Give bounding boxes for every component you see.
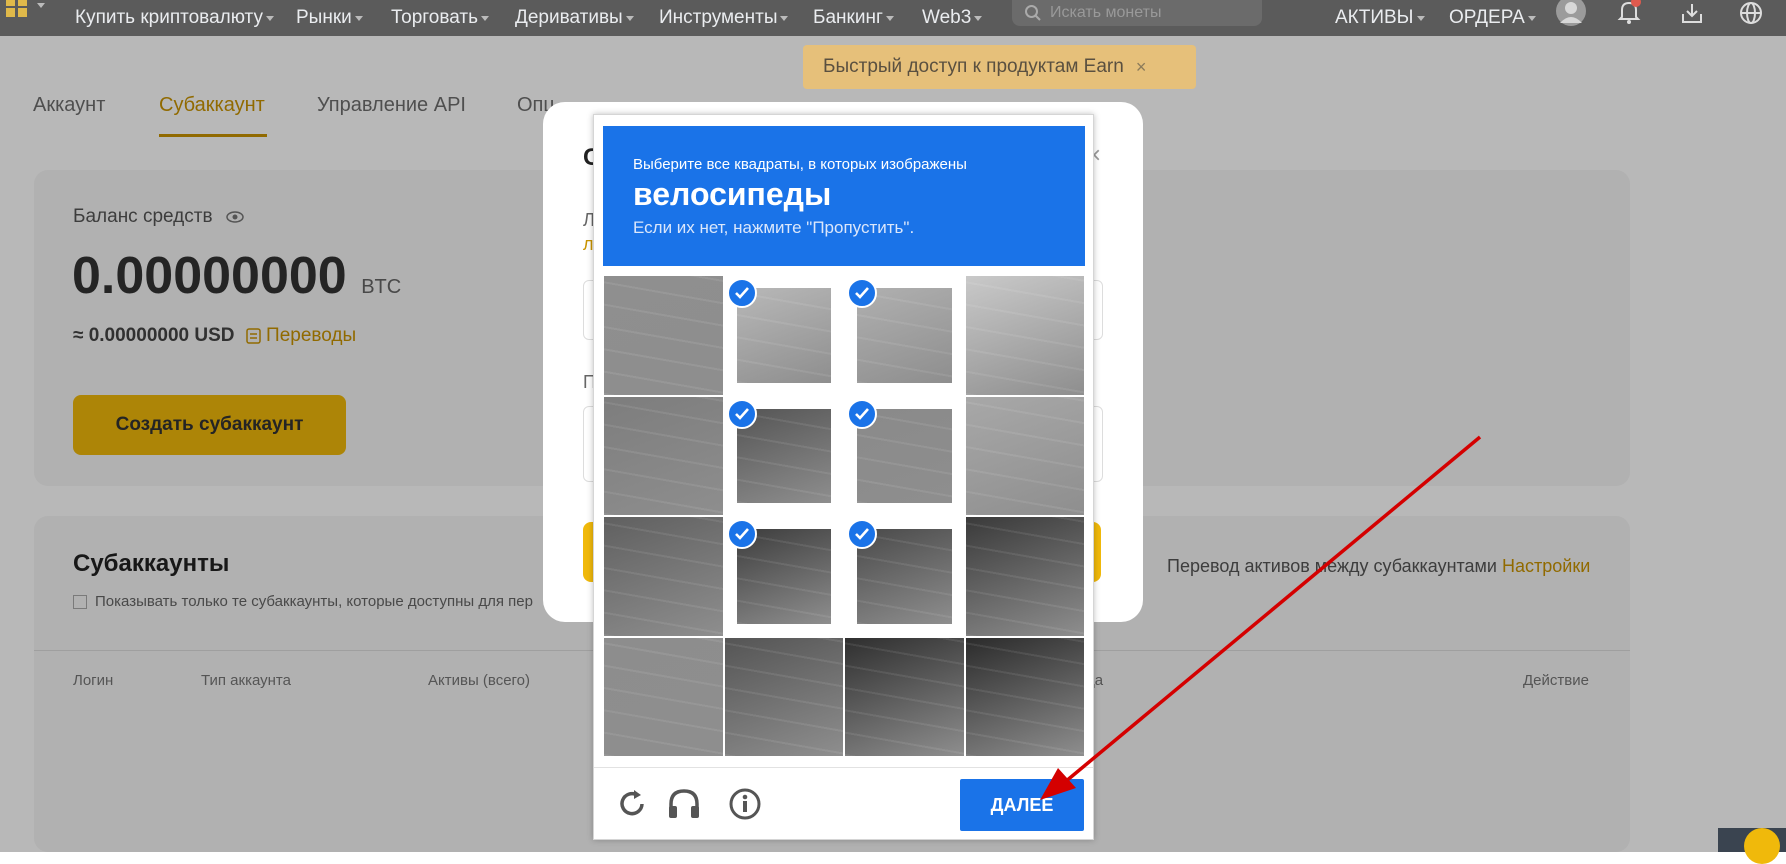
captcha-tile[interactable] (965, 517, 1084, 636)
captcha-tile[interactable] (724, 637, 843, 756)
captcha-hint: Если их нет, нажмите "Пропустить". (633, 218, 915, 237)
reload-icon[interactable] (615, 787, 649, 821)
chat-icon (1744, 828, 1780, 864)
captcha-next-button[interactable]: ДАЛЕЕ (960, 779, 1084, 831)
nav-item-web3[interactable]: Web3 (922, 0, 983, 36)
nav-item-tools[interactable]: Инструменты (659, 0, 789, 36)
checkmark-icon (726, 398, 757, 429)
captcha-tile[interactable] (724, 517, 843, 636)
language-button[interactable] (1736, 0, 1766, 36)
captcha-tile-image (724, 637, 843, 756)
top-nav-bar: Купить криптовалюту Рынки Торговать Дери… (0, 0, 1786, 36)
captcha-tile-image (965, 637, 1084, 756)
download-icon (1682, 4, 1702, 23)
captcha-footer: ДАЛЕЕ (594, 767, 1093, 840)
captcha-tile-image (965, 276, 1084, 395)
checkmark-icon (847, 398, 877, 429)
captcha-tile[interactable] (845, 396, 964, 515)
nav-item-trade[interactable]: Торговать (391, 0, 489, 36)
recaptcha-challenge: Выберите все квадраты, в которых изображ… (593, 114, 1094, 840)
nav-item-orders[interactable]: ОРДЕРА (1449, 0, 1536, 36)
captcha-instruction: Выберите все квадраты, в которых изображ… (633, 156, 967, 173)
download-button[interactable] (1677, 0, 1707, 36)
captcha-tile-image (604, 276, 723, 395)
nav-item-derivatives[interactable]: Деривативы (515, 0, 634, 36)
captcha-tile[interactable] (965, 637, 1084, 756)
captcha-tile[interactable] (845, 637, 964, 756)
audio-challenge-icon[interactable] (666, 787, 702, 821)
captcha-tile-image (845, 637, 964, 756)
captcha-tile[interactable] (604, 517, 723, 636)
avatar[interactable] (1556, 0, 1586, 36)
info-icon[interactable] (728, 787, 762, 821)
toast-text: Быстрый доступ к продуктам Earn (823, 56, 1124, 77)
search-icon (1025, 5, 1041, 21)
nav-item-buy-crypto[interactable]: Купить криптовалюту (75, 0, 274, 36)
captcha-tile[interactable] (604, 637, 723, 756)
captcha-tile[interactable] (965, 276, 1084, 395)
captcha-image-grid (603, 275, 1085, 757)
nav-item-assets[interactable]: АКТИВЫ (1335, 0, 1425, 36)
captcha-tile-image (604, 517, 723, 636)
globe-icon (1740, 2, 1762, 24)
checkmark-icon (847, 278, 877, 308)
search-input[interactable]: Искать монеты (1012, 0, 1262, 26)
search-placeholder: Искать монеты (1050, 4, 1162, 21)
nav-item-banking[interactable]: Банкинг (813, 0, 894, 36)
captcha-target-word: велосипеды (633, 176, 832, 212)
captcha-tile-image (604, 637, 723, 756)
checkmark-icon (847, 519, 877, 549)
captcha-tile[interactable] (724, 396, 843, 515)
captcha-header: Выберите все квадраты, в которых изображ… (603, 126, 1085, 266)
user-icon (1556, 0, 1586, 26)
checkmark-icon (726, 278, 757, 308)
bell-icon (1617, 0, 1641, 24)
captcha-tile[interactable] (845, 517, 964, 636)
captcha-tile[interactable] (604, 396, 723, 515)
captcha-tile[interactable] (604, 276, 723, 395)
nav-item-markets[interactable]: Рынки (296, 0, 363, 36)
modal-field-hint: л (583, 234, 594, 254)
captcha-tile[interactable] (724, 276, 843, 395)
captcha-tile-image (965, 517, 1084, 636)
notification-bell-button[interactable] (1614, 0, 1644, 36)
captcha-tile-image (604, 396, 723, 515)
captcha-tile[interactable] (965, 396, 1084, 515)
checkmark-icon (726, 519, 757, 549)
close-icon[interactable]: × (1136, 57, 1147, 78)
chat-widget-button[interactable] (1718, 828, 1786, 864)
captcha-tile[interactable] (845, 276, 964, 395)
binance-logo[interactable] (0, 0, 46, 36)
captcha-tile-image (965, 396, 1084, 515)
earn-quick-access-toast[interactable]: Быстрый доступ к продуктам Earn × (803, 45, 1196, 89)
